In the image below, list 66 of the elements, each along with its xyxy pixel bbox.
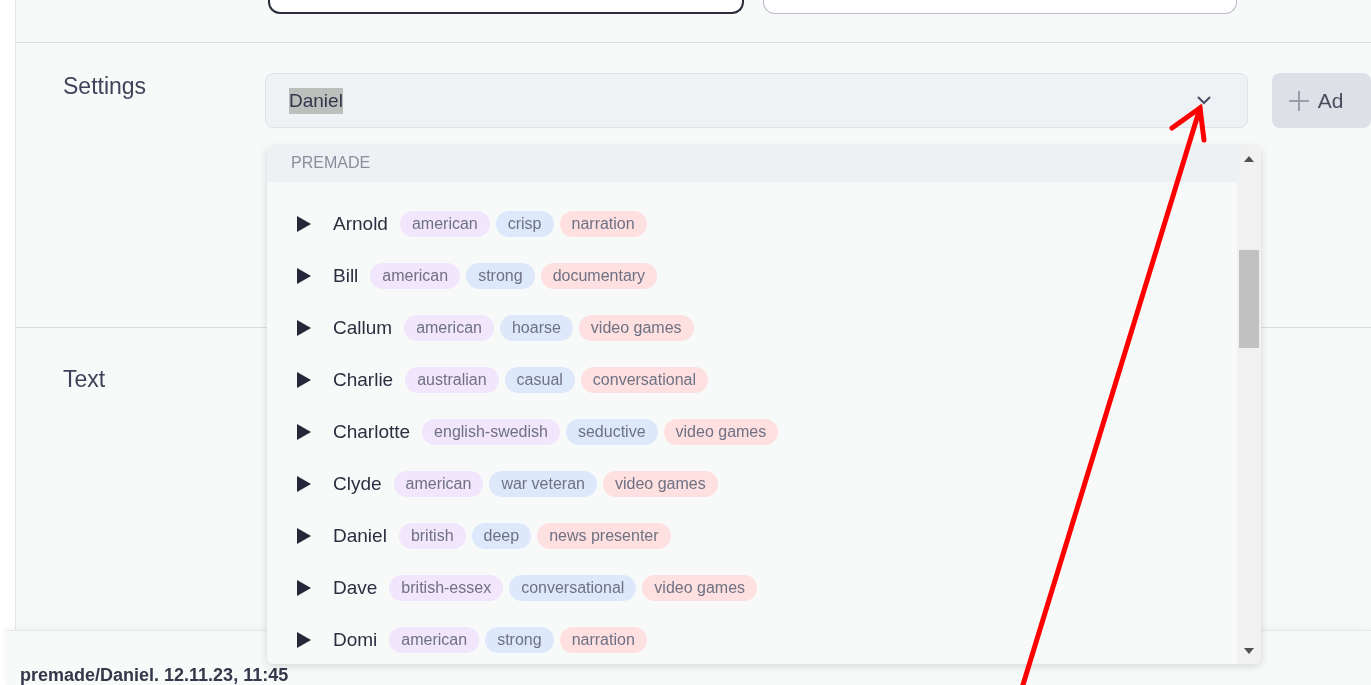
description-tag: strong: [466, 263, 535, 289]
use-case-tag: video games: [663, 419, 779, 445]
input-field[interactable]: [763, 0, 1237, 14]
use-case-tag: video games: [642, 575, 758, 601]
accent-tag: english-swedish: [422, 419, 560, 445]
description-tag: war veteran: [489, 471, 597, 497]
play-icon[interactable]: [296, 631, 312, 649]
voice-option[interactable]: Bill american strong documentary: [267, 250, 1237, 302]
use-case-tag: narration: [559, 627, 647, 653]
voice-option[interactable]: Arnold american crisp narration: [267, 198, 1237, 250]
description-tag: crisp: [495, 211, 554, 237]
play-icon[interactable]: [296, 371, 312, 389]
section-label: Text: [62, 366, 107, 392]
play-icon[interactable]: [296, 319, 312, 337]
use-case-tag: narration: [559, 211, 647, 237]
voice-option[interactable]: Dave british-essex conversational video games: [267, 562, 1237, 614]
plus-icon: [1287, 89, 1310, 112]
voice-name: Domi: [333, 629, 378, 651]
description-tag: deep: [471, 523, 532, 549]
accent-tag: australian: [405, 367, 499, 393]
accent-tag: american: [389, 627, 480, 653]
play-icon[interactable]: [296, 215, 312, 233]
voice-name: Callum: [333, 317, 393, 339]
use-case-tag: news presenter: [537, 523, 671, 549]
voice-option[interactable]: Daniel british deep news presenter: [267, 510, 1237, 562]
accent-tag: american: [370, 263, 461, 289]
chevron-down-icon: [1196, 96, 1211, 105]
voice-option[interactable]: Charlie australian casual conversational: [267, 354, 1237, 406]
voice-name: Clyde: [333, 473, 382, 495]
voice-name: Daniel: [333, 525, 387, 547]
scrollbar[interactable]: [1237, 146, 1261, 664]
voice-option[interactable]: Callum american hoarse video games: [267, 302, 1237, 354]
voice-option[interactable]: Clyde american war veteran video games: [267, 458, 1237, 510]
description-tag: strong: [485, 627, 554, 653]
voice-name: Arnold: [333, 213, 388, 235]
accent-tag: british: [398, 523, 466, 549]
history-item-title: premade/Daniel. 12.11.23, 11:45: [20, 665, 289, 685]
description-tag: seductive: [565, 419, 658, 445]
input-field[interactable]: [268, 0, 744, 14]
description-tag: casual: [504, 367, 575, 393]
play-icon[interactable]: [296, 579, 312, 597]
section-label: Settings: [62, 73, 148, 99]
add-button[interactable]: Ad: [1271, 73, 1371, 128]
description-tag: conversational: [509, 575, 637, 601]
voice-name: Dave: [333, 577, 378, 599]
voice-name: Charlotte: [333, 421, 411, 443]
use-case-tag: documentary: [540, 263, 658, 289]
voice-name: Bill: [333, 265, 359, 287]
accent-tag: american: [404, 315, 494, 341]
play-icon[interactable]: [296, 475, 312, 493]
voice-option[interactable]: Charlotte english-swedish seductive video games: [267, 406, 1237, 458]
play-icon[interactable]: [296, 527, 312, 545]
voice-option[interactable]: Domi american strong narration: [267, 614, 1237, 664]
play-icon[interactable]: [296, 267, 312, 285]
use-case-tag: conversational: [580, 367, 708, 393]
accent-tag: british-essex: [389, 575, 504, 601]
group-header: PREMADE: [267, 146, 1237, 182]
description-tag: hoarse: [499, 315, 573, 341]
use-case-tag: video games: [578, 315, 694, 341]
voice-select[interactable]: Daniel: [265, 73, 1248, 128]
use-case-tag: video games: [603, 471, 718, 497]
select-value: Daniel: [289, 87, 343, 114]
play-icon[interactable]: [296, 423, 312, 441]
accent-tag: american: [399, 211, 490, 237]
accent-tag: american: [393, 471, 484, 497]
voice-name: Charlie: [333, 369, 394, 391]
